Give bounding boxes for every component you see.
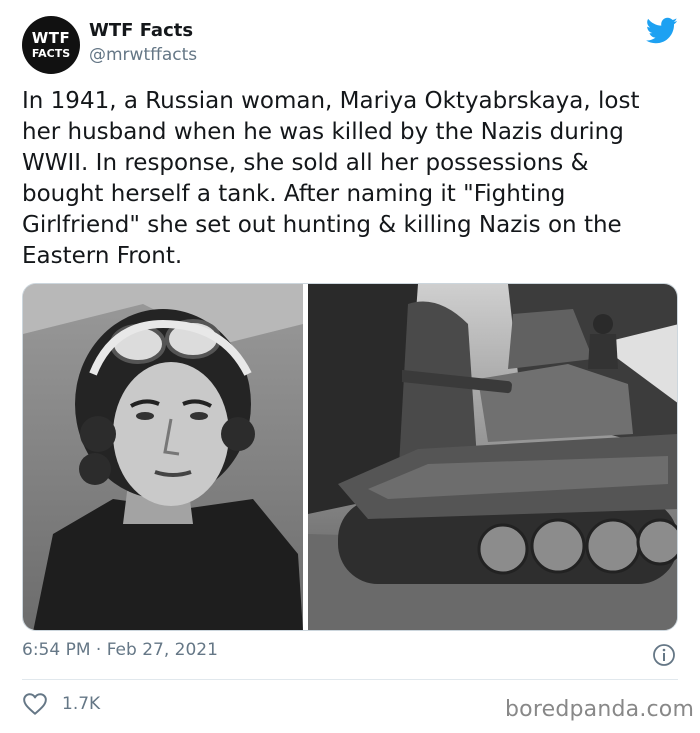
watermark: boredpanda.com [505, 697, 695, 722]
twitter-bird-icon[interactable] [646, 17, 678, 45]
avatar-logo-line1: WTF [31, 29, 71, 47]
info-icon[interactable] [652, 643, 676, 667]
author-display-name[interactable]: WTF Facts [89, 20, 193, 41]
divider [22, 679, 678, 680]
heart-icon[interactable] [22, 692, 48, 716]
author-handle[interactable]: @mrwtffacts [89, 45, 197, 65]
tweet-text: In 1941, a Russian woman, Mariya Oktyabr… [22, 88, 640, 269]
avatar[interactable]: WTF FACTS [22, 16, 80, 74]
tank-photo[interactable] [308, 284, 677, 630]
media-grid[interactable] [22, 283, 678, 631]
tweet-timestamp[interactable]: 6:54 PM · Feb 27, 2021 [22, 640, 218, 660]
like-count: 1.7K [62, 694, 101, 714]
avatar-logo-line2: FACTS [31, 47, 71, 60]
like-action[interactable]: 1.7K [22, 692, 100, 716]
portrait-photo[interactable] [23, 284, 303, 630]
